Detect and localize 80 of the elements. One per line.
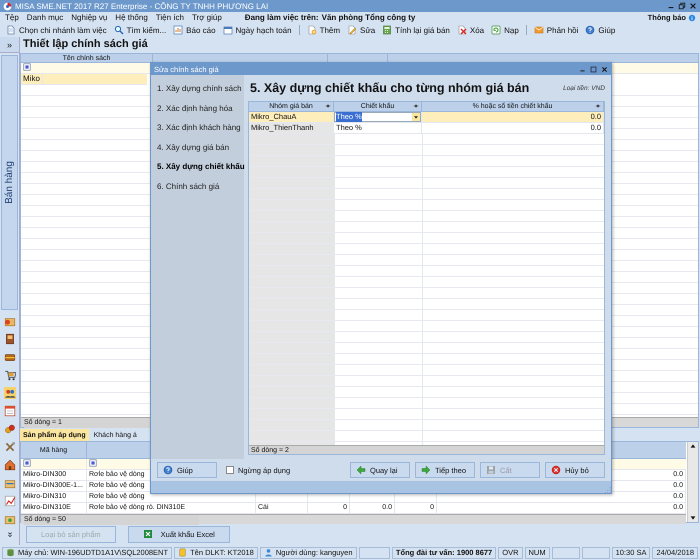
status-panel: [582, 546, 610, 558]
close-icon[interactable]: [601, 66, 608, 72]
help-icon: [585, 25, 596, 35]
cancel-icon: [551, 465, 561, 475]
wizard-step[interactable]: 4. Xây dựng giá bán: [151, 138, 244, 157]
chart-icon: [173, 25, 184, 35]
toolbar-button[interactable]: Phản hồi: [530, 24, 582, 36]
toolbar-button[interactable]: Báo cáo: [170, 24, 219, 36]
scroll-down-icon[interactable]: [689, 514, 697, 522]
pin-icon[interactable]: [413, 103, 419, 109]
wizard-step[interactable]: 2. Xác định hàng hóa: [151, 98, 244, 118]
wizard-step[interactable]: 5. Xây dựng chiết khấu: [151, 157, 244, 176]
menu-item[interactable]: Tệp: [4, 13, 20, 22]
menu-item[interactable]: Tiện ích: [154, 13, 185, 22]
filter-icon[interactable]: [89, 459, 97, 467]
scroll-up-icon[interactable]: [689, 442, 697, 450]
filter-icon[interactable]: [23, 63, 31, 71]
maximize-icon[interactable]: [590, 66, 597, 72]
house-icon[interactable]: [4, 459, 16, 471]
table-row[interactable]: Miko: [21, 74, 147, 85]
pin-icon[interactable]: [595, 103, 601, 109]
window-title: MISA SME.NET 2017 R27 Enterprise - CÔNG TY TNHH PHƯƠNG LAI: [15, 2, 270, 10]
module-panel[interactable]: Bán hàng: [1, 55, 18, 310]
app-logo-icon: [3, 2, 12, 10]
menu-item[interactable]: Danh mục: [26, 13, 64, 22]
calendar-icon[interactable]: [4, 405, 16, 417]
toolbar-button[interactable]: Nạp: [488, 24, 522, 36]
delete-icon: [456, 25, 467, 35]
page-title: Thiết lập chính sách giá: [22, 37, 149, 52]
resize-grip-icon[interactable]: [603, 485, 611, 493]
tools-icon[interactable]: [4, 441, 16, 453]
spreadsheet-icon: [142, 529, 153, 539]
expand-button[interactable]: »: [0, 37, 19, 53]
info-icon: [688, 14, 696, 22]
toolbar-button[interactable]: Sửa: [344, 24, 378, 36]
pencil-icon: [347, 25, 358, 35]
calendar-icon: [222, 25, 233, 35]
calculator-icon: [382, 25, 392, 35]
wizard-step[interactable]: 1. Xây dựng chính sách: [151, 79, 244, 98]
filter-icon[interactable]: [23, 459, 31, 467]
database-icon: [6, 548, 15, 557]
user-icon: [264, 548, 273, 557]
toolbar-button[interactable]: Tìm kiếm...: [110, 24, 170, 36]
menu-item[interactable]: Hệ thống: [114, 13, 149, 22]
right-arrow-icon: [421, 465, 431, 475]
help-icon: [163, 465, 173, 475]
envelope-icon: [534, 25, 544, 35]
restore-icon[interactable]: [678, 2, 686, 10]
scrollbar[interactable]: [687, 442, 698, 522]
toolbar-button[interactable]: Thêm: [304, 24, 344, 36]
refresh-icon: [491, 25, 502, 35]
document-icon: [6, 25, 16, 35]
section-heading: 5. Xây dựng chiết khấu cho từng nhóm giá bán: [249, 81, 530, 95]
menu-item[interactable]: Nghiệp vụ: [70, 13, 108, 22]
module-label: Bán hàng: [4, 161, 15, 204]
table-cell: Miko: [21, 74, 43, 84]
menu-item[interactable]: Trợ giúp: [190, 13, 223, 22]
cart-icon[interactable]: [4, 369, 16, 381]
toolbar-button[interactable]: Xóa: [454, 24, 488, 36]
pin-icon[interactable]: [325, 103, 331, 109]
status-panel: [358, 546, 390, 558]
left-arrow-icon: [356, 465, 366, 475]
book-icon: [178, 548, 188, 557]
toolbar-button[interactable]: Giúp: [582, 24, 618, 36]
cabinet-icon[interactable]: [4, 333, 16, 345]
search-icon: [114, 25, 124, 35]
toolbar-button[interactable]: Ngày hạch toán: [220, 24, 295, 36]
toolbar-button[interactable]: Chọn chi nhánh làm việc: [3, 24, 110, 36]
close-icon[interactable]: [689, 2, 697, 10]
people-icon[interactable]: [4, 387, 16, 399]
checkbox[interactable]: [226, 466, 234, 474]
workplace-name: Văn phòng Tổng công ty: [322, 13, 416, 22]
toolbar-button[interactable]: Tính lại giá bán: [379, 24, 453, 36]
status-panel: [552, 546, 580, 558]
wizard-step[interactable]: 6. Chính sách giá: [151, 176, 244, 196]
chart-icon[interactable]: [4, 495, 16, 507]
wizard-step[interactable]: 3. Xác định khách hàng: [151, 118, 244, 138]
plus-icon: [306, 25, 317, 35]
workplace-label: Đang làm việc trên:: [244, 13, 319, 22]
coins-icon[interactable]: [4, 423, 16, 435]
